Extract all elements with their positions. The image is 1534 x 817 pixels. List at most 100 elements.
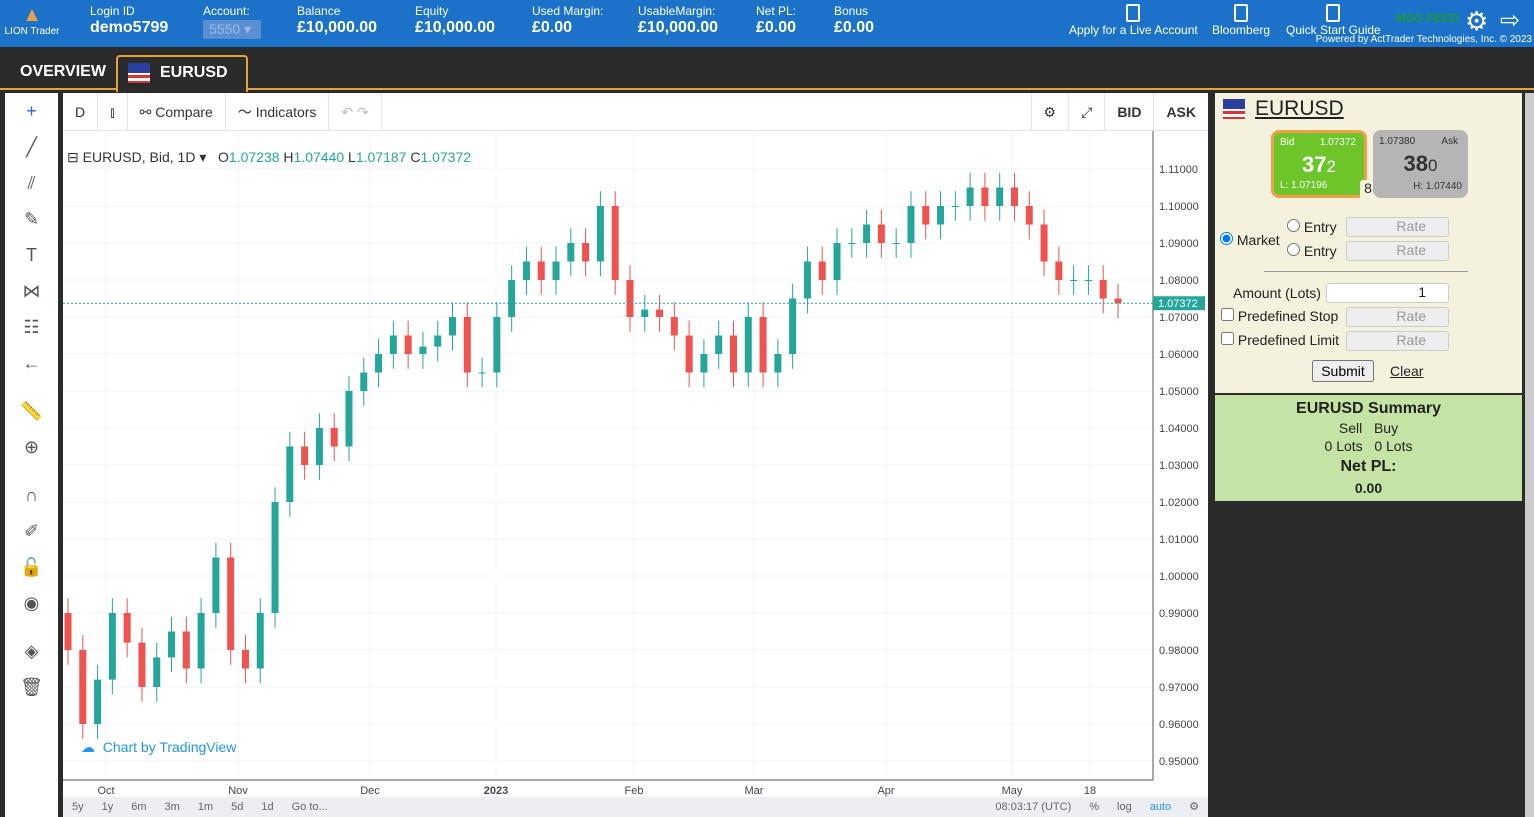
scrollbar[interactable] [1525, 93, 1534, 817]
stop-rate-input[interactable]: Rate [1346, 307, 1449, 327]
candle [1084, 280, 1092, 281]
tab-overview[interactable]: OVERVIEW [20, 63, 106, 81]
bid-button[interactable]: BID [1105, 93, 1155, 130]
back-arrow-icon[interactable]: ← [5, 345, 58, 381]
text-icon[interactable]: T [5, 237, 58, 273]
gear-icon[interactable]: ⚙ [1465, 6, 1488, 37]
document-icon [1326, 4, 1341, 22]
interval-button[interactable]: D [63, 93, 99, 130]
prediction-icon[interactable]: ☷ [5, 309, 58, 345]
bloomberg-link[interactable]: Bloomberg [1212, 4, 1270, 37]
range-1d[interactable]: 1d [252, 797, 282, 817]
candle [404, 335, 412, 354]
predefined-stop[interactable]: Predefined Stop [1221, 308, 1338, 324]
bid-label: Bid [1280, 137, 1295, 148]
x-tick-label: Apr [877, 785, 894, 797]
market-radio-input[interactable] [1220, 232, 1233, 245]
tradingview-watermark[interactable]: ☁ Chart by TradingView [81, 739, 236, 756]
candle [582, 243, 590, 262]
indicators-button[interactable]: 〜 Indicators [226, 93, 330, 130]
ask-small: 0 [1428, 156, 1438, 175]
price-chart[interactable]: 1.11000 1.10000 1.09000 1.08000 1.07000 1.060… [63, 131, 1208, 797]
y-tick-label: 1.11000 [1159, 164, 1198, 176]
goto-button[interactable]: Go to... [283, 797, 337, 817]
candle [656, 309, 664, 317]
eye-icon[interactable]: ◉ [5, 585, 58, 621]
range-5y[interactable]: 5y [63, 797, 93, 817]
stop-checkbox[interactable] [1221, 308, 1234, 321]
panel-symbol-label: EURUSD [1255, 97, 1344, 120]
lock-draw-icon[interactable]: ✐ [5, 513, 58, 549]
ask-box[interactable]: 1.07380 Ask 380 H: 1.07440 [1373, 130, 1468, 198]
msg-feed[interactable]: MSG FEED [1396, 11, 1459, 25]
entry-rate-input-1[interactable]: Rate [1346, 217, 1449, 237]
netpl-value: 0.00 [1354, 480, 1383, 496]
candle [729, 335, 737, 373]
range-5d[interactable]: 5d [222, 797, 252, 817]
candle [1025, 206, 1033, 225]
limit-checkbox[interactable] [1221, 332, 1234, 345]
undo-redo-icon[interactable]: ↶ ↷ [329, 93, 382, 130]
ruler-icon[interactable]: 📏 [5, 393, 58, 429]
netpl-label: Net PL: [1340, 458, 1397, 475]
entry-radio-2[interactable]: Entry [1287, 243, 1337, 259]
y-tick-label: 0.98000 [1159, 645, 1199, 657]
market-radio[interactable]: Market [1220, 232, 1280, 248]
auto-toggle[interactable]: auto [1141, 797, 1180, 817]
y-tick-label: 0.99000 [1159, 608, 1199, 620]
y-tick-label: 1.04000 [1159, 423, 1199, 435]
ask-button[interactable]: ASK [1154, 93, 1208, 130]
submit-button[interactable]: Submit [1312, 360, 1374, 382]
entry-radio-input[interactable] [1287, 219, 1300, 232]
y-tick-label: 1.08000 [1159, 275, 1199, 287]
fib-icon[interactable]: ⫽ [5, 165, 58, 201]
lock-icon[interactable]: 🔓 [5, 549, 58, 585]
range-3m[interactable]: 3m [156, 797, 189, 817]
tab-eurusd[interactable]: EURUSD [116, 55, 248, 92]
layers-icon[interactable]: ◈ [5, 633, 58, 669]
divider [1264, 271, 1468, 272]
eu-us-flag-icon [1223, 99, 1245, 120]
candle [996, 187, 1004, 206]
panel-symbol[interactable]: EURUSD [1223, 97, 1344, 121]
percent-toggle[interactable]: % [1080, 797, 1108, 817]
magnet-icon[interactable]: ∩ [5, 477, 58, 513]
candle [1055, 261, 1063, 280]
range-6m[interactable]: 6m [122, 797, 155, 817]
fullscreen-icon[interactable]: ⤢ [1069, 93, 1106, 130]
range-1m[interactable]: 1m [189, 797, 222, 817]
chart-toolbar: D ⫾ ⚯ Compare 〜 Indicators ↶ ↷ ⚙ ⤢ BID A… [63, 93, 1208, 131]
logout-icon[interactable]: ⇨ [1500, 6, 1520, 35]
log-toggle[interactable]: log [1108, 797, 1141, 817]
settings-icon[interactable]: ⚙ [1030, 93, 1070, 130]
amount-input[interactable]: 1 [1326, 283, 1449, 303]
scale-settings-icon[interactable]: ⚙ [1180, 797, 1208, 817]
trend-line-icon[interactable]: ╱ [5, 129, 58, 165]
candle [818, 261, 826, 280]
brush-icon[interactable]: ✎ [5, 201, 58, 237]
candle [641, 309, 649, 317]
compare-button[interactable]: ⚯ Compare [128, 93, 226, 130]
limit-rate-input[interactable]: Rate [1346, 331, 1449, 351]
quick-start-link[interactable]: Quick Start Guide [1286, 4, 1381, 37]
chart-area: D ⫾ ⚯ Compare 〜 Indicators ↶ ↷ ⚙ ⤢ BID A… [63, 93, 1208, 817]
pattern-icon[interactable]: ⋈ [5, 273, 58, 309]
entry-rate-input-2[interactable]: Rate [1346, 241, 1449, 261]
candle-type-icon[interactable]: ⫾ [98, 93, 128, 130]
range-1y[interactable]: 1y [93, 797, 123, 817]
candle [153, 657, 161, 687]
apply-live-link[interactable]: Apply for a Live Account [1069, 4, 1198, 37]
entry-radio-1[interactable]: Entry [1287, 219, 1337, 235]
stat-label: Bonus [834, 4, 869, 18]
clear-link[interactable]: Clear [1390, 363, 1423, 379]
bid-box[interactable]: Bid 1.07372 372 L: 1.07196 [1271, 130, 1367, 198]
predefined-limit[interactable]: Predefined Limit [1221, 332, 1339, 348]
entry-radio-input[interactable] [1287, 243, 1300, 256]
crosshair-icon[interactable]: + [5, 93, 58, 129]
account-select[interactable]: 5550 ▾ [203, 20, 261, 39]
candle [892, 243, 900, 244]
trash-icon[interactable]: 🗑 [5, 669, 58, 705]
zoom-in-icon[interactable]: ⊕ [5, 429, 58, 465]
x-tick-label: 2023 [484, 785, 508, 797]
logo-text: LION Trader [4, 26, 60, 37]
